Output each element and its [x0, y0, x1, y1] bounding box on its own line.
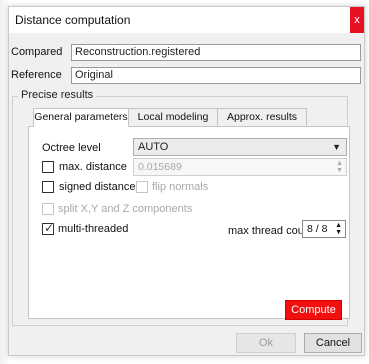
split-components-checkbox[interactable]: [42, 203, 54, 215]
max-thread-count-label: max thread count: [228, 225, 313, 237]
compared-field[interactable]: Reconstruction.registered: [71, 44, 361, 61]
max-thread-count-input[interactable]: 8 / 8 ▲ ▼: [302, 220, 346, 238]
spin-arrows-icon: ▲ ▼: [335, 222, 342, 236]
octree-level-select[interactable]: AUTO ▼: [133, 138, 347, 156]
flip-normals-label: flip normals: [152, 181, 209, 193]
signed-distances-label: signed distances: [59, 181, 141, 193]
signed-distances-checkbox[interactable]: [42, 181, 54, 193]
checkmark-icon: ✓: [44, 221, 55, 235]
compared-label: Compared: [11, 46, 63, 58]
octree-level-label: Octree level: [42, 142, 101, 154]
reference-field[interactable]: Original: [71, 67, 361, 84]
close-button[interactable]: x: [350, 7, 364, 33]
chevron-down-icon: ▼: [332, 142, 341, 152]
close-icon: x: [354, 14, 360, 26]
reference-label: Reference: [11, 69, 62, 81]
compute-button[interactable]: Compute: [285, 300, 342, 320]
title-bar[interactable]: Distance computation x: [9, 7, 364, 33]
tab-local-modeling[interactable]: Local modeling: [128, 108, 218, 126]
dialog-title: Distance computation: [15, 13, 131, 27]
max-distance-input[interactable]: 0.015689 ▲ ▼: [133, 158, 347, 176]
multi-threaded-label: multi-threaded: [58, 223, 129, 235]
split-components-label: split X,Y and Z components: [58, 203, 193, 215]
cancel-button[interactable]: Cancel: [304, 333, 362, 353]
group-title: Precise results: [18, 89, 97, 101]
tab-approx-results[interactable]: Approx. results: [217, 108, 307, 126]
multi-threaded-checkbox[interactable]: ✓: [42, 221, 55, 235]
max-distance-label: max. distance: [59, 161, 127, 173]
flip-normals-checkbox[interactable]: [136, 181, 148, 193]
spin-arrows-icon: ▲ ▼: [336, 160, 343, 174]
tab-general-parameters[interactable]: General parameters: [33, 108, 129, 127]
max-distance-checkbox[interactable]: [42, 161, 54, 173]
ok-button[interactable]: Ok: [236, 333, 296, 353]
